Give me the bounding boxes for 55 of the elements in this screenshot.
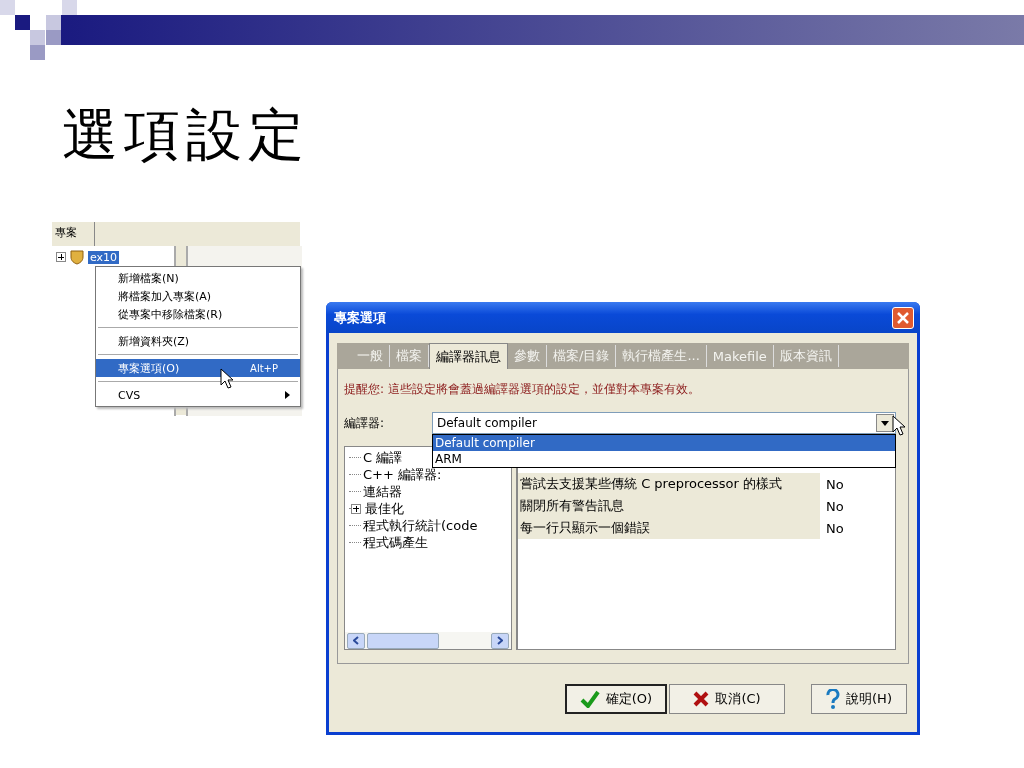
menu-item-label: 新增資料夾(Z) (118, 333, 190, 349)
tree-item[interactable]: 最佳化 (363, 499, 404, 518)
window-title: 專案選項 (334, 308, 386, 327)
menu-item[interactable]: 新增檔案(N) (96, 269, 300, 287)
chevron-left-icon (353, 636, 359, 645)
menu-item-label: 從專案中移除檔案(R) (118, 306, 223, 322)
setting-name: 關閉所有警告訊息 (518, 495, 820, 517)
dropdown-option[interactable]: ARM (433, 451, 895, 467)
tree-item[interactable]: 程式碼產生 (361, 533, 428, 552)
menu-item[interactable]: CVS (96, 386, 300, 404)
cancel-button[interactable]: 取消(C) (669, 684, 785, 714)
field-label: 編譯器: (344, 414, 386, 432)
tab[interactable]: 編譯器訊息 (429, 343, 508, 369)
caret-icon (881, 420, 889, 426)
menu-item-label: CVS (118, 388, 141, 402)
tree-item[interactable]: 程式執行統計(code (361, 516, 478, 535)
horizontal-scrollbar[interactable] (345, 632, 511, 649)
scroll-thumb[interactable] (367, 632, 439, 649)
ok-button[interactable]: 確定(O) (565, 684, 667, 714)
slide-title: 選項設定 (62, 101, 310, 169)
menu-item-label: 新增檔案(N) (118, 270, 179, 286)
setting-value[interactable]: No (820, 498, 844, 514)
menu-item[interactable]: 從專案中移除檔案(R) (96, 305, 300, 323)
tree-item[interactable]: 連結器 (361, 482, 402, 501)
dropdown-option[interactable]: Default compiler (433, 435, 895, 451)
tree-item[interactable]: C++ 編譯器: (361, 465, 442, 484)
submenu-arrow-icon (285, 391, 290, 399)
shield-icon (69, 249, 85, 265)
tree-item[interactable]: ex10 (88, 250, 120, 264)
scroll-right-button[interactable] (491, 632, 509, 649)
expand-icon[interactable] (351, 503, 361, 514)
help-button[interactable]: 說明(H) (811, 684, 907, 714)
tree-item[interactable]: C 編譯 (361, 448, 403, 467)
panel-tab[interactable]: 專案 (52, 222, 95, 246)
menu-item-label: 專案選項(O) (118, 360, 180, 376)
close-icon (897, 311, 909, 324)
notice-text: 提醒您: 這些設定將會蓋過編譯器選項的設定，並僅對本專案有效。 (344, 381, 701, 398)
check-icon (579, 690, 600, 708)
close-button[interactable] (892, 306, 914, 329)
expand-icon[interactable] (56, 252, 66, 262)
setting-value[interactable]: No (820, 520, 844, 536)
chevron-right-icon (497, 636, 503, 645)
menu-item[interactable]: 專案選項(O) Alt+P (96, 359, 300, 377)
setting-name: 嘗試去支援某些傳統 C preprocessor 的樣式 (518, 473, 820, 495)
cursor-icon (220, 368, 234, 390)
menu-item[interactable]: 將檔案加入專案(A) (96, 287, 300, 305)
cross-icon (693, 691, 710, 707)
menu-item[interactable]: 新增資料夾(Z) (96, 332, 300, 350)
scroll-left-button[interactable] (347, 632, 365, 649)
menu-item-label: 將檔案加入專案(A) (118, 288, 212, 304)
shortcut-label: Alt+P (250, 362, 278, 374)
setting-name: 每一行只顯示一個錯誤 (518, 517, 820, 539)
setting-value[interactable]: No (820, 476, 844, 492)
dropdown-button[interactable] (876, 414, 894, 432)
question-mark-icon (826, 689, 841, 709)
